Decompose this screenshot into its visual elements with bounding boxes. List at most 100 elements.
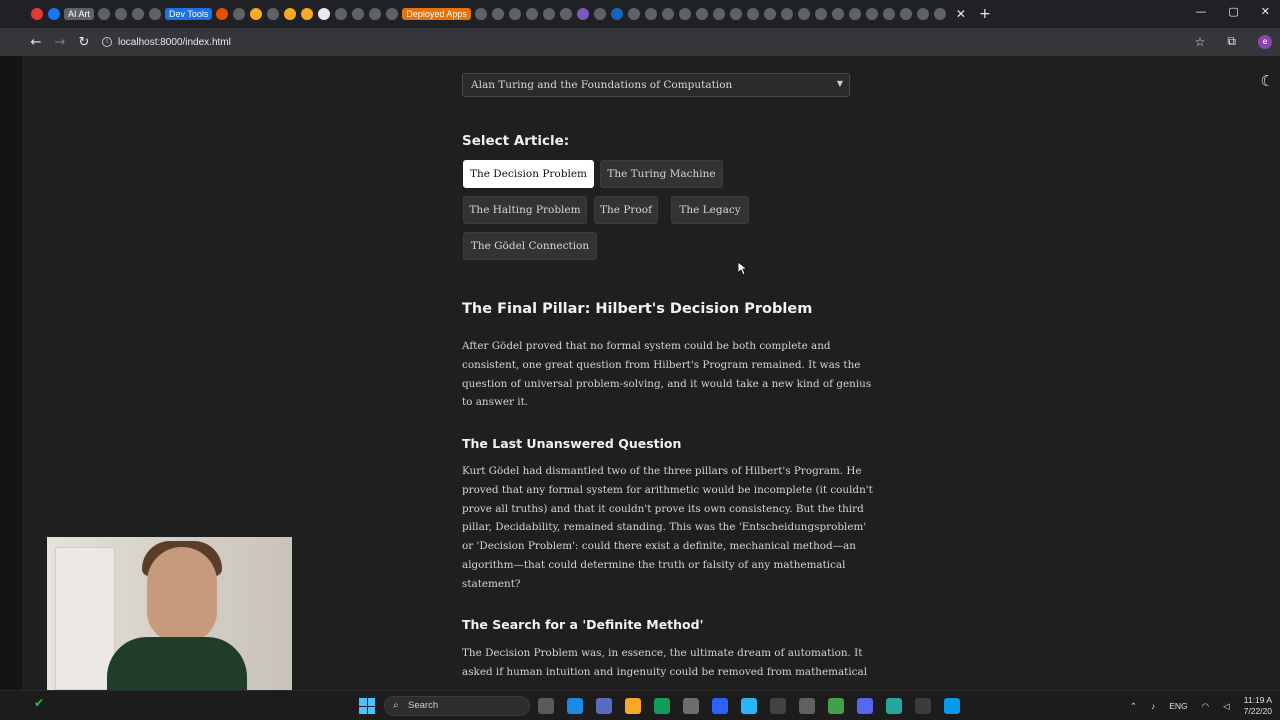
tab-favicon[interactable] (386, 8, 399, 20)
discord-icon[interactable] (857, 698, 873, 714)
chrome-icon[interactable] (828, 698, 844, 714)
tab-favicon[interactable] (933, 8, 946, 20)
paragraph-line: to answer it. (462, 396, 529, 409)
app-icon[interactable] (770, 698, 786, 714)
tab-favicon[interactable] (610, 8, 623, 20)
tab-favicon[interactable] (525, 8, 538, 20)
app-icon[interactable] (712, 698, 728, 714)
maximize-icon[interactable]: ▢ (1228, 5, 1238, 18)
tab-favicon[interactable] (712, 8, 725, 20)
tab-favicon[interactable] (233, 8, 246, 20)
edge-icon[interactable] (654, 698, 670, 714)
app-icon[interactable] (944, 698, 960, 714)
tab-favicon[interactable] (695, 8, 708, 20)
tab-favicon[interactable] (508, 8, 521, 20)
windows-start-icon[interactable] (359, 698, 375, 714)
tab-favicon[interactable] (865, 8, 878, 20)
tab-favicon[interactable] (848, 8, 861, 20)
chevron-up-icon[interactable]: ⌃ (1130, 701, 1137, 712)
close-window-icon[interactable]: ✕ (1261, 5, 1270, 18)
close-tab-icon[interactable]: ✕ (956, 7, 966, 21)
forward-arrow-icon[interactable]: → (48, 35, 72, 50)
profile-avatar[interactable]: e (1258, 34, 1272, 49)
tab-favicon[interactable] (267, 8, 280, 20)
language-indicator[interactable]: ENG (1169, 701, 1187, 711)
theme-toggle-moon-icon[interactable]: ☾ (1261, 72, 1274, 90)
window-controls: — ▢ ✕ (1195, 5, 1270, 18)
tab-favicon[interactable] (899, 8, 912, 20)
tab-favicon[interactable] (474, 8, 487, 20)
tab-favicon[interactable] (301, 8, 314, 20)
store-icon[interactable] (683, 698, 699, 714)
tab-group-ai-art[interactable]: AI Art (64, 8, 95, 20)
article-button-godel-connection[interactable]: The Gödel Connection (463, 232, 597, 260)
tab-favicon[interactable] (559, 8, 572, 20)
tab-favicon[interactable] (661, 8, 674, 20)
bookmark-star-icon[interactable]: ☆ (1195, 35, 1206, 49)
clock[interactable]: 11:19 A 7/22/20 (1244, 695, 1272, 717)
tab-favicon[interactable] (729, 8, 742, 20)
tab-favicon[interactable] (284, 8, 297, 20)
paragraph-line: or 'Decision Problem': could there exist… (462, 540, 856, 553)
tab-group-deployed-apps[interactable]: Deployed Apps (402, 8, 471, 20)
facebook-icon[interactable] (48, 8, 60, 20)
tab-favicon[interactable] (250, 8, 263, 20)
tab-group-dev-tools[interactable]: Dev Tools (165, 8, 213, 20)
tab-favicon[interactable] (746, 8, 759, 20)
tab-favicon[interactable] (576, 8, 589, 20)
url-field[interactable]: i localhost:8000/index.html (102, 37, 231, 48)
article-button-halting-problem[interactable]: The Halting Problem (463, 196, 587, 224)
system-tray: ⌃ ♪ ENG ◠ ◁ 11:19 A 7/22/20 (1130, 695, 1272, 717)
tab-favicon[interactable] (216, 8, 229, 20)
tab-favicon[interactable] (491, 8, 504, 20)
tab-favicon[interactable] (627, 8, 640, 20)
article-button-decision-problem[interactable]: The Decision Problem (463, 160, 594, 188)
topic-select[interactable]: Alan Turing and the Foundations of Compu… (462, 73, 850, 97)
minimize-icon[interactable]: — (1195, 5, 1206, 18)
terminal-icon[interactable] (915, 698, 931, 714)
left-edge-strip (0, 56, 22, 690)
site-info-icon[interactable]: i (102, 37, 112, 47)
notepad-icon[interactable] (886, 698, 902, 714)
new-tab-icon[interactable]: + (979, 6, 991, 22)
tab-favicon[interactable] (916, 8, 929, 20)
file-explorer-icon[interactable] (625, 698, 641, 714)
windows-taskbar: ⌕ Search ⌃ ♪ ENG ◠ ◁ 11:19 A 7/22/20 (0, 690, 1280, 720)
tab-favicon[interactable] (814, 8, 827, 20)
volume-icon[interactable]: ◁ (1223, 701, 1230, 712)
tab-favicon[interactable] (542, 8, 555, 20)
tab-favicon[interactable] (644, 8, 657, 20)
tab-favicon[interactable] (831, 8, 844, 20)
wifi-icon[interactable]: ◠ (1202, 701, 1209, 712)
reload-icon[interactable]: ↻ (72, 35, 96, 50)
tab-favicon[interactable] (882, 8, 895, 20)
article-title: The Final Pillar: Hilbert's Decision Pro… (462, 301, 813, 317)
tab-favicon[interactable] (98, 8, 111, 20)
tab-favicon[interactable] (678, 8, 691, 20)
taskbar-search[interactable]: ⌕ Search (384, 696, 530, 716)
tab-favicon[interactable] (149, 8, 162, 20)
youtube-icon[interactable] (31, 8, 43, 20)
article-button-legacy[interactable]: The Legacy (671, 196, 749, 224)
copilot-icon[interactable] (567, 698, 583, 714)
task-view-icon[interactable] (538, 698, 554, 714)
article-button-proof[interactable]: The Proof (594, 196, 658, 224)
microphone-icon[interactable]: ♪ (1151, 701, 1155, 711)
article-button-turing-machine[interactable]: The Turing Machine (600, 160, 723, 188)
app-icon[interactable] (741, 698, 757, 714)
teams-icon[interactable] (596, 698, 612, 714)
paragraph-line: algorithm—that could determine the truth… (462, 558, 846, 571)
tab-favicon[interactable] (593, 8, 606, 20)
github-icon[interactable] (318, 8, 331, 20)
back-arrow-icon[interactable]: ← (24, 35, 48, 50)
tab-favicon[interactable] (335, 8, 348, 20)
tab-favicon[interactable] (780, 8, 793, 20)
tab-favicon[interactable] (797, 8, 810, 20)
app-icon[interactable] (799, 698, 815, 714)
tab-favicon[interactable] (763, 8, 776, 20)
extensions-icon[interactable]: ⧉ (1227, 34, 1236, 49)
tab-favicon[interactable] (115, 8, 128, 20)
tab-favicon[interactable] (132, 8, 145, 20)
tab-favicon[interactable] (352, 8, 365, 20)
tab-favicon[interactable] (369, 8, 382, 20)
